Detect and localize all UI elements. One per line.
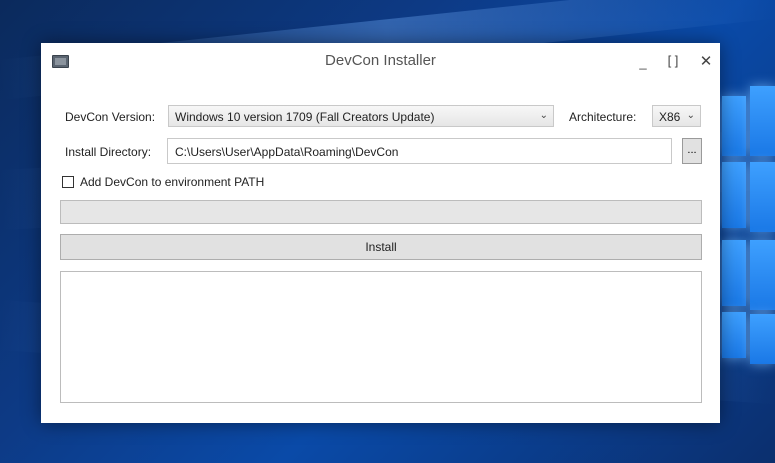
maximize-button[interactable]: [ ]: [663, 53, 683, 68]
devcon-version-label: DevCon Version:: [65, 110, 156, 124]
devcon-installer-window: DevCon Installer _ [ ] ✕ DevCon Version:…: [41, 43, 720, 423]
chevron-down-icon: ⌄: [686, 110, 695, 121]
title-bar[interactable]: DevCon Installer _ [ ] ✕: [41, 43, 720, 79]
chevron-down-icon: ⌄: [539, 110, 548, 121]
add-to-path-checkbox[interactable]: [62, 176, 74, 188]
architecture-dropdown[interactable]: X86 ⌄: [652, 105, 701, 127]
browse-button[interactable]: ...: [682, 138, 702, 164]
devcon-version-value: Windows 10 version 1709 (Fall Creators U…: [175, 110, 435, 124]
install-directory-label: Install Directory:: [65, 145, 152, 159]
architecture-value: X86: [659, 110, 681, 124]
devcon-version-dropdown[interactable]: Windows 10 version 1709 (Fall Creators U…: [168, 105, 554, 127]
add-to-path-label[interactable]: Add DevCon to environment PATH: [80, 175, 264, 189]
install-directory-input[interactable]: C:\Users\User\AppData\Roaming\DevCon: [167, 138, 672, 164]
install-button[interactable]: Install: [60, 234, 702, 260]
close-button[interactable]: ✕: [696, 52, 716, 70]
window-title: DevCon Installer: [325, 52, 436, 69]
architecture-label: Architecture:: [569, 110, 637, 124]
install-progress-bar: [60, 200, 702, 224]
minimize-button[interactable]: _: [633, 55, 653, 70]
log-output[interactable]: [60, 271, 702, 403]
